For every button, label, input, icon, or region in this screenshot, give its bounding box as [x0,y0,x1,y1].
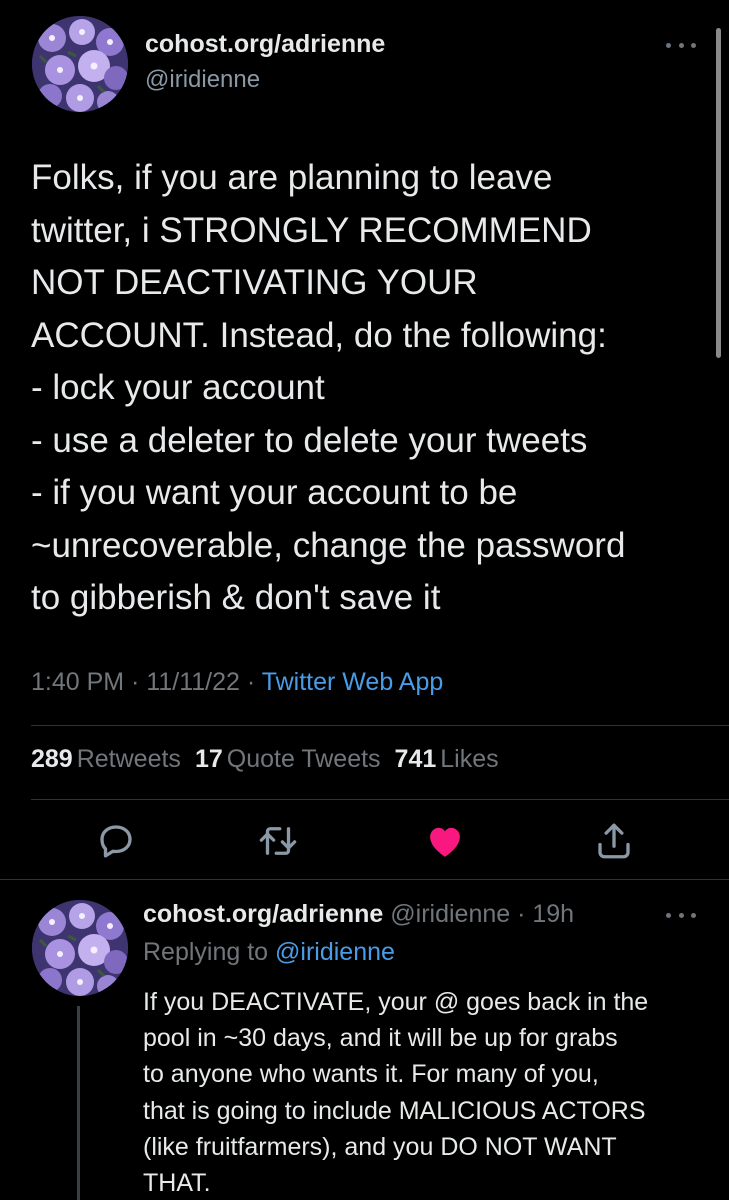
tweet-text: Folks, if you are planning to leave twit… [31,158,626,617]
retweet-icon[interactable] [257,820,299,862]
more-icon[interactable] [666,38,696,52]
tweet-time[interactable]: 1:40 PM [31,668,124,696]
retweets-stat[interactable]: 289 Retweets [31,745,181,774]
divider [0,879,729,880]
display-name[interactable]: cohost.org/adrienne [145,30,385,59]
reply-header: cohost.org/adrienne @iridienne · 19h [143,900,574,929]
tweet-date[interactable]: 11/11/22 [146,668,240,696]
tweet-detail-screen: cohost.org/adrienne @iridienne Folks, if… [0,0,729,1200]
more-icon[interactable] [666,908,696,922]
replying-to: Replying to @iridienne [143,938,395,967]
reply-text: If you DEACTIVATE, your @ goes back in t… [143,988,649,1198]
user-handle[interactable]: @iridienne [390,900,510,928]
tweet-metadata: 1:40 PM · 11/11/22 · Twitter Web App [31,668,443,697]
replying-label: Replying to [143,938,269,966]
divider [31,725,729,726]
scrollbar[interactable] [716,28,721,358]
avatar[interactable] [32,16,128,112]
tweet-actions [0,820,729,864]
replying-mention-link[interactable]: @iridienne [275,938,395,966]
like-icon[interactable] [424,820,466,862]
avatar[interactable] [32,900,128,996]
avatar-flowers-image [32,900,128,996]
reply-age[interactable]: 19h [532,900,574,928]
quote-tweets-stat[interactable]: 17 Quote Tweets [195,745,381,774]
meta-separator: · [124,668,147,696]
meta-separator: · [239,668,262,696]
tweet-stats: 289 Retweets 17 Quote Tweets 741 Likes [31,745,499,774]
reply-icon[interactable] [95,820,137,862]
share-icon[interactable] [593,820,635,862]
user-handle[interactable]: @iridienne [145,66,260,94]
meta-separator: · [510,900,533,928]
thread-line [77,1006,80,1200]
likes-stat[interactable]: 741 Likes [395,745,499,774]
tweet-source-link[interactable]: Twitter Web App [262,668,444,696]
divider [31,799,729,800]
display-name[interactable]: cohost.org/adrienne [143,900,383,928]
avatar-flowers-image [32,16,128,112]
